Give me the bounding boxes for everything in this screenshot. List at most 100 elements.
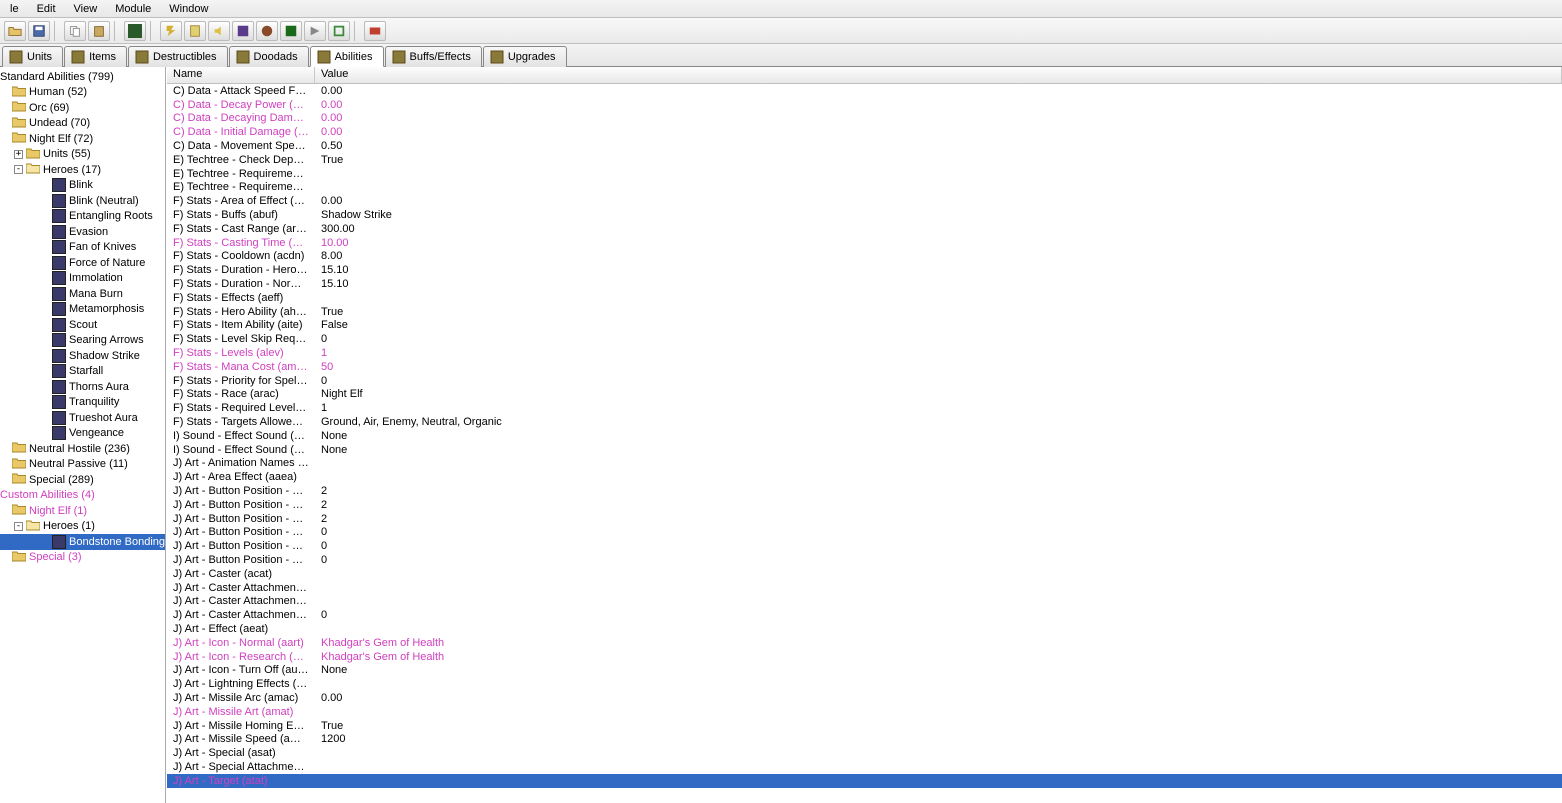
property-row[interactable]: J) Art - Button Position - Nor...2 (167, 498, 1562, 512)
tree-item[interactable]: Blink (Neutral) (0, 193, 165, 209)
property-row[interactable]: J) Art - Button Position - Turn...0 (167, 539, 1562, 553)
property-row[interactable]: F) Stats - Buffs (abuf)Shadow Strike (167, 208, 1562, 222)
menu-view[interactable]: View (66, 2, 106, 16)
tree-item[interactable]: -Heroes (1) (0, 519, 165, 535)
property-row[interactable]: I) Sound - Effect Sound (aefs)None (167, 443, 1562, 457)
tree-item[interactable]: Metamorphosis (0, 302, 165, 318)
tree-item[interactable]: Blink (0, 178, 165, 194)
tree-item[interactable]: Fan of Knives (0, 240, 165, 256)
expand-icon[interactable]: + (14, 150, 23, 159)
menu-window[interactable]: Window (161, 2, 216, 16)
tree-item[interactable]: Undead (70) (0, 116, 165, 132)
property-row[interactable]: C) Data - Initial Damage (Es...0.00 (167, 125, 1562, 139)
tab-destructibles[interactable]: Destructibles (128, 46, 228, 67)
paste-icon[interactable] (88, 21, 110, 41)
column-name[interactable]: Name (167, 67, 315, 83)
tree-item[interactable]: Human (52) (0, 85, 165, 101)
tree-item[interactable]: Special (289) (0, 472, 165, 488)
property-row[interactable]: F) Stats - Mana Cost (amcs)50 (167, 360, 1562, 374)
property-row[interactable]: J) Art - Missile Speed (amsp)1200 (167, 732, 1562, 746)
tree-item[interactable]: Neutral Hostile (236) (0, 441, 165, 457)
tab-units[interactable]: Units (2, 46, 63, 67)
property-row[interactable]: J) Art - Special (asat) (167, 746, 1562, 760)
property-row[interactable]: F) Stats - Item Ability (aite)False (167, 319, 1562, 333)
property-row[interactable]: F) Stats - Levels (alev)1 (167, 346, 1562, 360)
property-row[interactable]: J) Art - Caster Attachments (...0 (167, 608, 1562, 622)
property-row[interactable]: F) Stats - Casting Time (acas)10.00 (167, 236, 1562, 250)
property-row[interactable]: E) Techtree - Check Depen...True (167, 153, 1562, 167)
tree-item[interactable]: Thorns Aura (0, 379, 165, 395)
property-row[interactable]: E) Techtree - Requirements ... (167, 167, 1562, 181)
tree-item[interactable]: Night Elf (1) (0, 503, 165, 519)
property-row[interactable]: F) Stats - Effects (aeff) (167, 291, 1562, 305)
property-row[interactable]: J) Art - Caster Attachment P... (167, 594, 1562, 608)
property-row[interactable]: J) Art - Missile Arc (amac)0.00 (167, 691, 1562, 705)
object-icon[interactable] (232, 21, 254, 41)
property-row[interactable]: J) Art - Animation Names (aani) (167, 457, 1562, 471)
tree-item[interactable]: Night Elf (72) (0, 131, 165, 147)
table-body[interactable]: C) Data - Attack Speed Fact...0.00C) Dat… (167, 84, 1562, 803)
property-row[interactable]: J) Art - Button Position - Res...0 (167, 526, 1562, 540)
tab-upgrades[interactable]: Upgrades (483, 46, 567, 67)
tree-item[interactable]: Force of Nature (0, 255, 165, 271)
property-row[interactable]: C) Data - Decay Power (Esh4)0.00 (167, 98, 1562, 112)
tree-item[interactable]: Bondstone Bonding Po (0, 534, 165, 550)
menu-module[interactable]: Module (107, 2, 159, 16)
property-row[interactable]: F) Stats - Hero Ability (aher)True (167, 305, 1562, 319)
tree-item[interactable]: Entangling Roots (0, 209, 165, 225)
model-icon[interactable] (280, 21, 302, 41)
script-icon[interactable] (184, 21, 206, 41)
property-row[interactable]: J) Art - Missile Homing Enabl...True (167, 719, 1562, 733)
tree-item[interactable]: -Heroes (17) (0, 162, 165, 178)
terrain-icon[interactable] (124, 21, 146, 41)
property-row[interactable]: J) Art - Button Position - Res...2 (167, 512, 1562, 526)
tree-item[interactable]: Immolation (0, 271, 165, 287)
tree-item[interactable]: Custom Abilities (4) (0, 488, 165, 504)
trigger-icon[interactable] (160, 21, 182, 41)
tree-item[interactable]: Scout (0, 317, 165, 333)
sound-icon[interactable] (208, 21, 230, 41)
tree-item[interactable]: Special (3) (0, 550, 165, 566)
tab-buffseffects[interactable]: Buffs/Effects (385, 46, 482, 67)
property-row[interactable]: J) Art - Button Position - Nor...2 (167, 484, 1562, 498)
tree-item[interactable]: Standard Abilities (799) (0, 69, 165, 85)
copy-icon[interactable] (64, 21, 86, 41)
collapse-icon[interactable]: - (14, 165, 23, 174)
menu-file[interactable]: le (2, 2, 27, 16)
property-row[interactable]: J) Art - Button Position - Turn...0 (167, 553, 1562, 567)
tree-item[interactable]: Shadow Strike (0, 348, 165, 364)
property-row[interactable]: J) Art - Area Effect (aaea) (167, 470, 1562, 484)
tree-item[interactable]: Searing Arrows (0, 333, 165, 349)
property-row[interactable]: F) Stats - Targets Allowed (a...Ground, … (167, 415, 1562, 429)
property-row[interactable]: F) Stats - Race (arac)Night Elf (167, 388, 1562, 402)
property-row[interactable]: J) Art - Icon - Turn Off (auar)None (167, 663, 1562, 677)
property-row[interactable]: J) Art - Icon - Normal (aart)Khadgar's G… (167, 636, 1562, 650)
collapse-icon[interactable]: - (14, 522, 23, 531)
tree-item[interactable]: Tranquility (0, 395, 165, 411)
tab-items[interactable]: Items (64, 46, 127, 67)
ai-icon[interactable] (256, 21, 278, 41)
tree-item[interactable]: Vengeance (0, 426, 165, 442)
import-icon[interactable] (304, 21, 326, 41)
tab-abilities[interactable]: Abilities (310, 46, 384, 67)
tree-item[interactable]: Mana Burn (0, 286, 165, 302)
property-row[interactable]: C) Data - Attack Speed Fact...0.00 (167, 84, 1562, 98)
property-row[interactable]: J) Art - Special Attachment P... (167, 760, 1562, 774)
tree-item[interactable]: Starfall (0, 364, 165, 380)
ability-tree[interactable]: Standard Abilities (799)Human (52)Orc (6… (0, 67, 166, 803)
property-row[interactable]: J) Art - Effect (aeat) (167, 622, 1562, 636)
property-row[interactable]: J) Art - Caster Attachment P... (167, 581, 1562, 595)
property-row[interactable]: F) Stats - Duration - Hero (ah...15.10 (167, 263, 1562, 277)
tree-item[interactable]: Orc (69) (0, 100, 165, 116)
property-row[interactable]: J) Art - Icon - Research (arar)Khadgar's… (167, 650, 1562, 664)
save-icon[interactable] (28, 21, 50, 41)
tree-item[interactable]: Evasion (0, 224, 165, 240)
property-row[interactable]: I) Sound - Effect Sound (Loo...None (167, 429, 1562, 443)
property-row[interactable]: C) Data - Decaying Damage...0.00 (167, 112, 1562, 126)
test-icon[interactable] (364, 21, 386, 41)
property-row[interactable]: F) Stats - Area of Effect (aare)0.00 (167, 194, 1562, 208)
property-row[interactable]: F) Stats - Priority for Spell St...0 (167, 374, 1562, 388)
tree-item[interactable]: +Units (55) (0, 147, 165, 163)
column-value[interactable]: Value (315, 67, 1562, 83)
tree-item[interactable]: Neutral Passive (11) (0, 457, 165, 473)
